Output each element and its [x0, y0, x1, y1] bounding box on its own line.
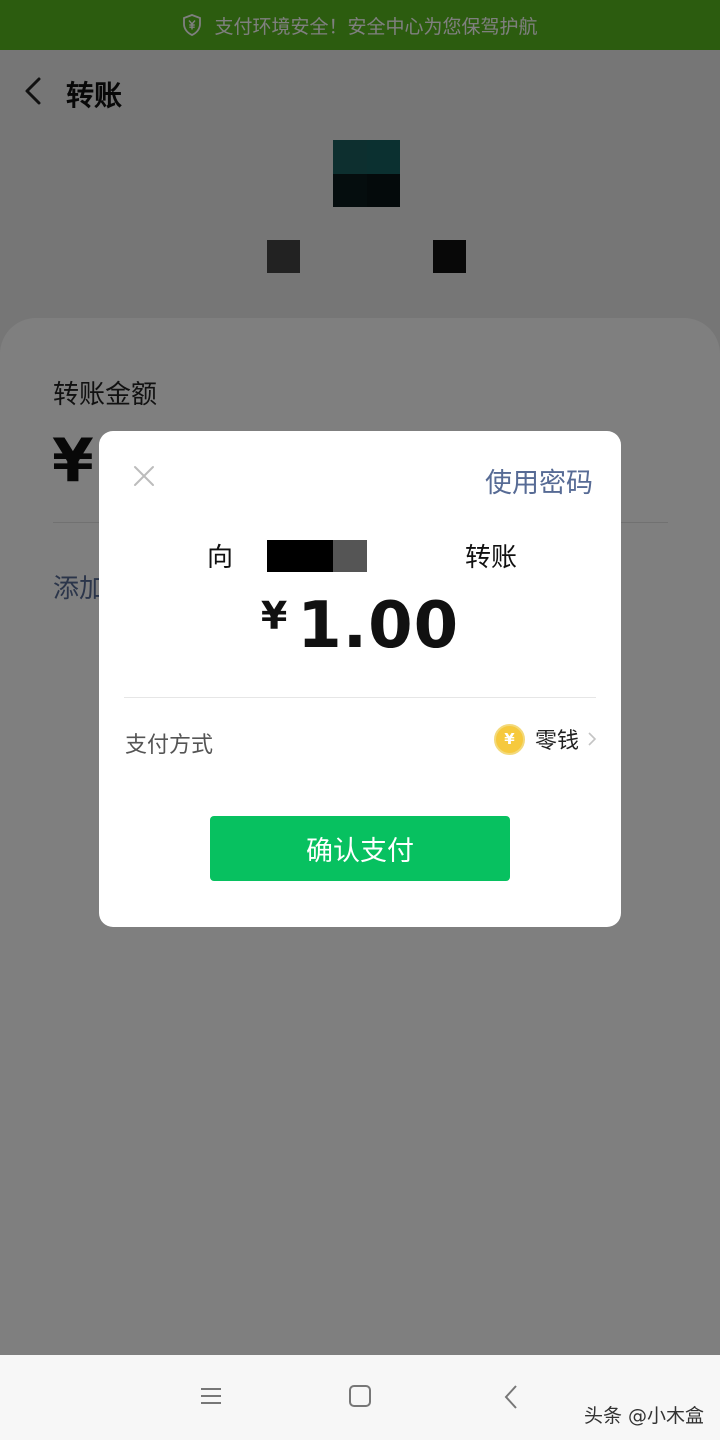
home-square-icon[interactable]: [348, 1384, 372, 1408]
close-icon[interactable]: [132, 464, 156, 488]
payment-amount: ¥1.00: [99, 589, 621, 663]
menu-icon[interactable]: [199, 1386, 223, 1406]
payment-amount-value: 1.00: [297, 589, 460, 663]
change-coin-icon: ¥: [493, 723, 525, 755]
back-triangle-icon[interactable]: [503, 1384, 519, 1410]
recipient-name-redaction: [267, 540, 333, 572]
dialog-divider: [124, 697, 596, 698]
chevron-right-icon: [588, 732, 597, 746]
confirm-payment-button[interactable]: 确认支付: [210, 816, 510, 881]
transfer-screen: 支付环境安全！安全中心为您保驾护航 转账 转账金额 ¥ 添加 使用密码 向 转账: [0, 0, 720, 1440]
system-nav-bar: 头条 @小木盒: [0, 1355, 720, 1440]
watermark-text: 头条 @小木盒: [583, 1405, 704, 1427]
payment-currency: ¥: [260, 594, 288, 638]
payment-dialog: 使用密码 向 转账 ¥1.00 支付方式 ¥ 零钱 确认支付: [99, 431, 621, 927]
recipient-prefix: 向: [207, 543, 234, 573]
recipient-suffix: 转账: [465, 543, 518, 573]
payment-method-label: 支付方式: [125, 733, 214, 758]
recipient-name-redaction: [333, 540, 367, 572]
use-password-link[interactable]: 使用密码: [485, 461, 593, 500]
recipient-line: 向 转账: [99, 537, 621, 573]
payment-method-value: 零钱: [534, 729, 579, 754]
payment-method-selector[interactable]: ¥ 零钱: [493, 723, 597, 755]
